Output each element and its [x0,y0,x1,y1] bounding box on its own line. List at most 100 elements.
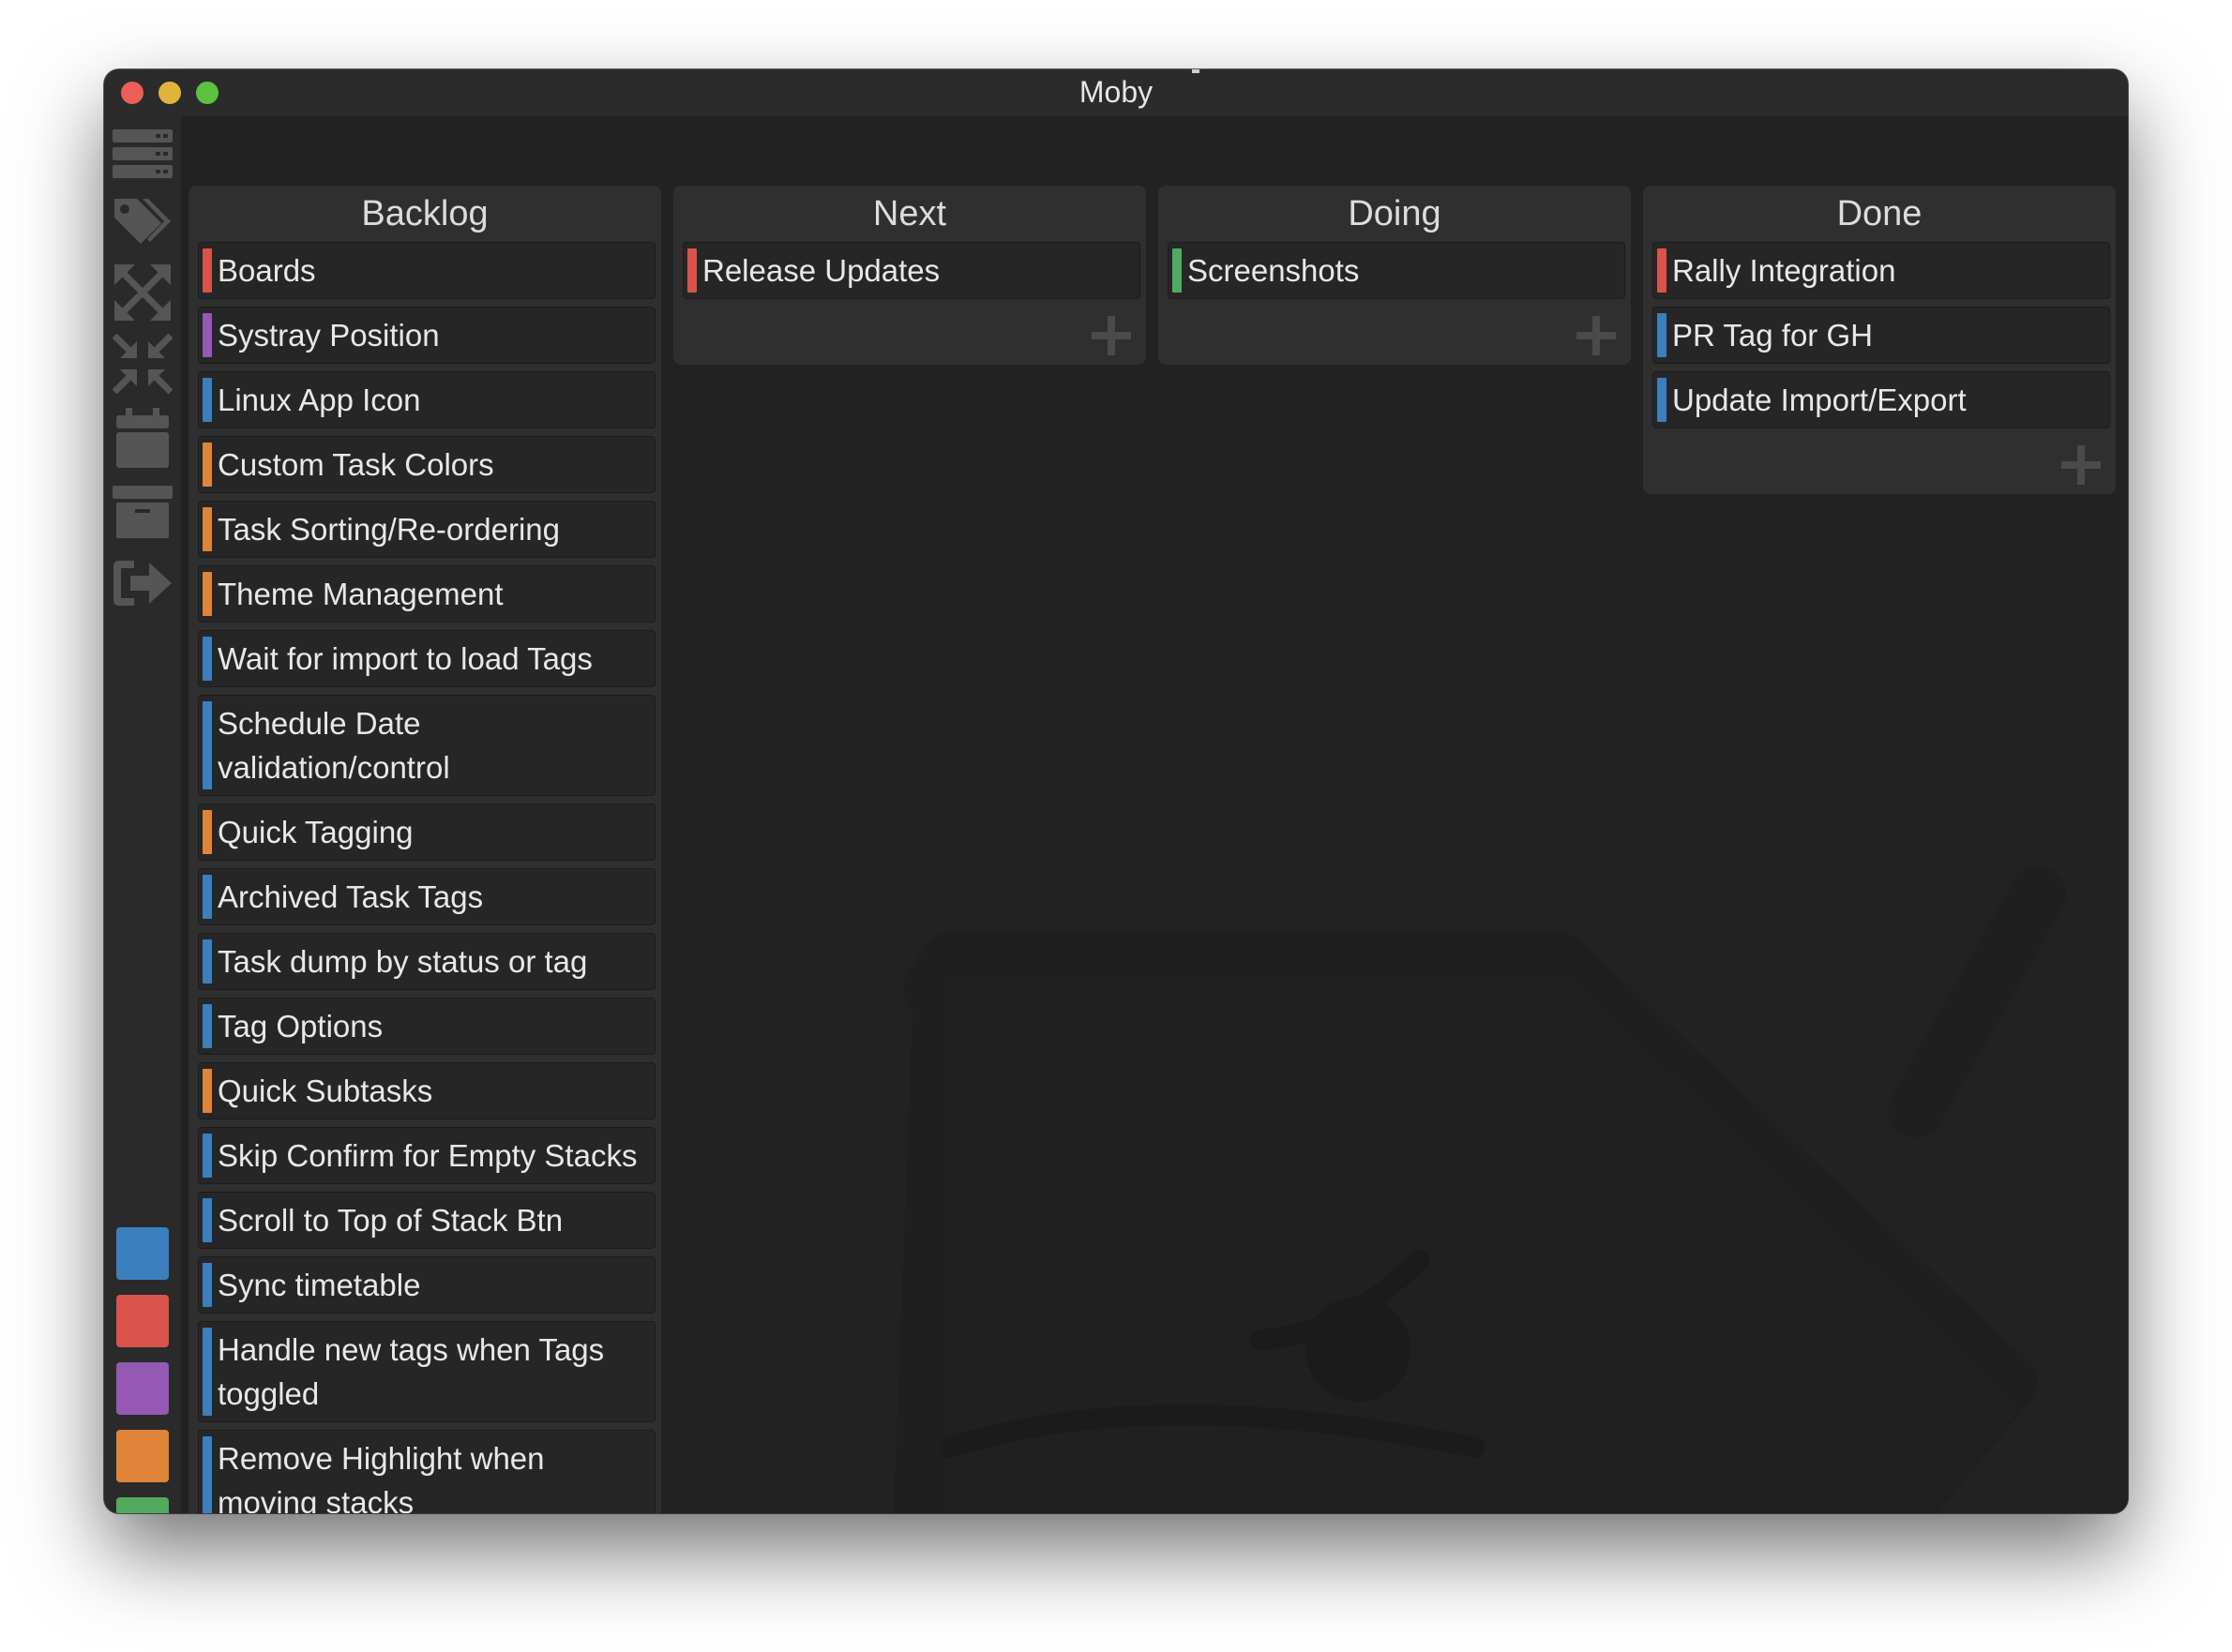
task-card[interactable]: Linux App Icon [198,371,656,428]
task-color-bar [1657,313,1666,357]
stack-done: Done Rally Integration PR Tag for GH Upd… [1643,186,2116,494]
color-filter-red[interactable] [116,1295,169,1347]
task-card[interactable]: Quick Subtasks [198,1062,656,1119]
task-card[interactable]: Task Sorting/Re-ordering [198,501,656,558]
task-color-bar [203,443,212,487]
task-label: Task Sorting/Re-ordering [218,512,560,547]
task-list: Screenshots [1158,242,1631,299]
stack-title[interactable]: Next [673,186,1146,242]
board-area: Backlog Boards Systray Position Linux Ap… [181,116,2128,1513]
export-icon[interactable] [112,553,173,613]
task-color-bar [1657,378,1666,422]
task-color-bar [203,939,212,984]
boards-list-icon[interactable] [112,124,173,184]
task-color-bar [203,637,212,681]
task-label: Systray Position [218,318,440,353]
task-card[interactable]: Scroll to Top of Stack Btn [198,1192,656,1249]
task-card[interactable]: Remove Highlight when moving stacks [198,1430,656,1513]
task-label: PR Tag for GH [1672,318,1873,353]
title-bar-marker [1192,69,1199,73]
task-label: Linux App Icon [218,383,421,417]
add-task-plus-icon[interactable] [1090,314,1133,357]
task-color-bar [203,313,212,357]
task-color-bar [203,248,212,293]
stack-title[interactable]: Done [1643,186,2116,242]
add-task-plus-icon[interactable] [2059,443,2103,487]
task-label: Remove Highlight when moving stacks [218,1441,545,1513]
task-label: Skip Confirm for Empty Stacks [218,1138,638,1173]
add-task-row [673,307,1146,365]
color-filter-green[interactable] [116,1497,169,1513]
task-color-bar [203,572,212,616]
task-label: Wait for import to load Tags [218,641,593,676]
tags-icon[interactable] [112,191,173,251]
task-label: Schedule Date validation/control [218,706,450,785]
task-color-bar [203,1328,212,1416]
task-label: Tag Options [218,1009,384,1044]
app-window: Moby Backlog Boards Systray Position Lin… [104,69,2128,1513]
task-label: Archived Task Tags [218,879,484,914]
task-color-bar [203,1436,212,1513]
task-label: Rally Integration [1672,253,1896,288]
task-list: Release Updates [673,242,1146,299]
task-color-bar [203,875,212,919]
task-label: Screenshots [1187,253,1360,288]
task-color-bar [203,701,212,789]
task-color-bar [203,1134,212,1178]
task-label: Quick Subtasks [218,1074,433,1108]
task-color-bar [203,1198,212,1242]
task-card[interactable]: Boards [198,242,656,299]
stack-next: Next Release Updates [673,186,1146,365]
task-color-bar [1172,248,1182,293]
task-color-bar [203,810,212,854]
stack-title[interactable]: Backlog [189,186,661,242]
task-card[interactable]: Systray Position [198,307,656,364]
color-filter-blue[interactable] [116,1227,169,1280]
task-card[interactable]: Rally Integration [1652,242,2110,299]
task-label: Release Updates [702,253,941,288]
task-card[interactable]: Theme Management [198,565,656,623]
task-card[interactable]: Wait for import to load Tags [198,630,656,687]
collapse-icon[interactable] [112,334,173,394]
task-card[interactable]: Archived Task Tags [198,868,656,925]
task-label: Theme Management [218,577,504,611]
calendar-icon[interactable] [112,408,173,469]
stack-title[interactable]: Doing [1158,186,1631,242]
task-card[interactable]: Custom Task Colors [198,436,656,493]
task-card[interactable]: Skip Confirm for Empty Stacks [198,1127,656,1184]
task-card[interactable]: Tag Options [198,998,656,1055]
task-color-bar [203,378,212,422]
task-card[interactable]: PR Tag for GH [1652,307,2110,364]
task-label: Boards [218,253,316,288]
color-filter-purple[interactable] [116,1362,169,1415]
task-card[interactable]: Quick Tagging [198,803,656,861]
task-label: Task dump by status or tag [218,944,588,979]
task-color-bar [203,1263,212,1307]
task-card[interactable]: Update Import/Export [1652,371,2110,428]
task-color-bar [203,507,212,551]
task-label: Update Import/Export [1672,383,1967,417]
task-card[interactable]: Screenshots [1168,242,1625,299]
add-task-row [1158,307,1631,365]
task-card[interactable]: Sync timetable [198,1256,656,1314]
add-task-plus-icon[interactable] [1575,314,1618,357]
task-color-bar [1657,248,1666,293]
task-color-bar [203,1069,212,1113]
task-card[interactable]: Task dump by status or tag [198,933,656,990]
task-color-bar [687,248,697,293]
title-bar: Moby [104,69,2128,116]
task-card[interactable]: Release Updates [683,242,1140,299]
stack-doing: Doing Screenshots [1158,186,1631,365]
sidebar [104,116,181,1513]
color-filter-orange[interactable] [116,1430,169,1482]
archive-icon[interactable] [112,482,173,542]
expand-icon[interactable] [112,263,173,323]
task-card[interactable]: Schedule Date validation/control [198,695,656,796]
task-label: Sync timetable [218,1268,421,1302]
task-list: Rally Integration PR Tag for GH Update I… [1643,242,2116,428]
task-label: Custom Task Colors [218,447,494,482]
task-card[interactable]: Handle new tags when Tags toggled [198,1321,656,1422]
task-color-bar [203,1004,212,1048]
task-label: Quick Tagging [218,815,414,849]
task-label: Scroll to Top of Stack Btn [218,1203,564,1238]
